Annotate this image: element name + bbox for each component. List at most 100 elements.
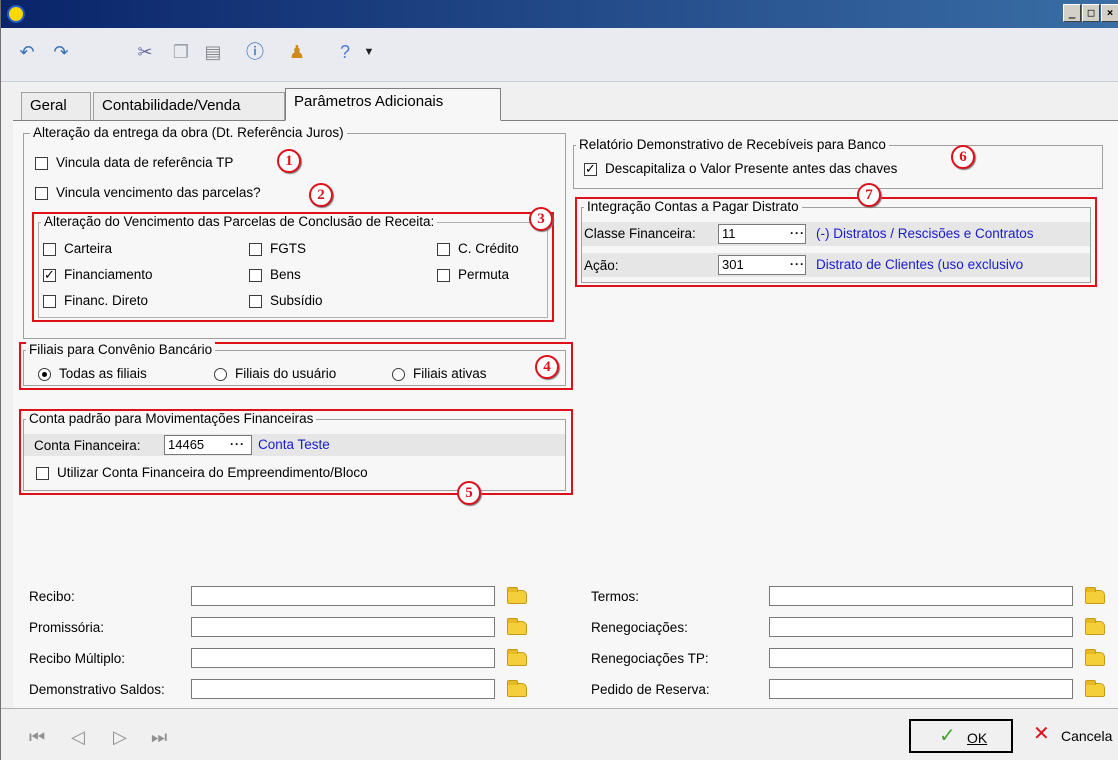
financ-direto-checkbox[interactable] bbox=[43, 295, 56, 308]
badge-3: 3 bbox=[529, 207, 553, 231]
group-title: Alteração da entrega da obra (Dt. Referê… bbox=[30, 125, 347, 140]
badge-6: 6 bbox=[951, 145, 975, 169]
doc-label-renegociacoes: Renegociações: bbox=[591, 620, 688, 635]
termos-folder-icon[interactable] bbox=[1085, 587, 1105, 604]
utilizar-conta-checkbox[interactable] bbox=[36, 467, 49, 480]
promissoria-input[interactable] bbox=[191, 617, 495, 637]
dropdown-arrow-icon[interactable]: ▼ bbox=[357, 40, 381, 64]
financiamento-checkbox[interactable] bbox=[43, 267, 56, 283]
recibo-input[interactable] bbox=[191, 586, 495, 606]
paste-icon[interactable]: ▤ bbox=[201, 40, 225, 64]
vincula-venc-checkbox[interactable] bbox=[35, 187, 48, 200]
acao-lookup-button[interactable]: ··· bbox=[790, 257, 805, 271]
conta-financeira-label: Conta Financeira: bbox=[34, 438, 141, 453]
cancel-label: Cancela bbox=[1061, 728, 1113, 744]
first-record-icon[interactable]: ⏮ bbox=[29, 727, 45, 748]
vincula-venc-label: Vincula vencimento das parcelas? bbox=[56, 185, 261, 200]
classe-lookup-button[interactable]: ··· bbox=[790, 226, 805, 240]
filiais-ativas-label: Filiais ativas bbox=[413, 366, 487, 381]
cancel-button[interactable]: ✕ Cancela bbox=[1027, 719, 1118, 753]
previous-record-icon[interactable]: ◁ bbox=[71, 727, 85, 748]
promissoria-folder-icon[interactable] bbox=[507, 618, 527, 635]
copy-icon[interactable]: ❐ bbox=[169, 40, 193, 64]
group-title: Alteração do Vencimento das Parcelas de … bbox=[41, 214, 438, 229]
recibo-multiplo-input[interactable] bbox=[191, 648, 495, 668]
tab-parametros-adicionais[interactable]: Parâmetros Adicionais bbox=[285, 88, 501, 121]
todas-filiais-radio[interactable] bbox=[38, 368, 51, 381]
subsidio-checkbox[interactable] bbox=[249, 295, 262, 308]
fgts-label: FGTS bbox=[270, 241, 306, 256]
check-icon: ✓ bbox=[939, 725, 956, 747]
help-icon[interactable]: ? bbox=[333, 40, 357, 64]
bens-checkbox[interactable] bbox=[249, 269, 262, 282]
financiamento-label: Financiamento bbox=[64, 267, 153, 282]
last-record-icon[interactable]: ⏭ bbox=[151, 727, 167, 748]
doc-label-termos: Termos: bbox=[591, 589, 640, 604]
title-bar: _ □ × bbox=[1, 0, 1118, 28]
tab-panel: Alteração da entrega da obra (Dt. Referê… bbox=[13, 120, 1118, 708]
subsidio-label: Subsídio bbox=[270, 293, 323, 308]
undo-icon[interactable]: ↶ bbox=[15, 40, 39, 64]
doc-label-recibo: Recibo: bbox=[29, 589, 75, 604]
c-credito-label: C. Crédito bbox=[458, 241, 519, 256]
carteira-checkbox[interactable] bbox=[43, 243, 56, 256]
todas-filiais-label: Todas as filiais bbox=[59, 366, 147, 381]
pedido-reserva-input[interactable] bbox=[769, 679, 1073, 699]
window: _ □ × ↶ ↷ ✂ ❐ ▤ ⓘ ♟ ? ▼ Geral Contabilid… bbox=[0, 0, 1118, 760]
pedido-reserva-folder-icon[interactable] bbox=[1085, 680, 1105, 697]
user-icon[interactable]: ♟ bbox=[285, 40, 309, 64]
classe-financeira-desc: (-) Distratos / Rescisões e Contratos bbox=[816, 226, 1034, 241]
descapitaliza-checkbox[interactable] bbox=[584, 161, 597, 177]
c-credito-checkbox[interactable] bbox=[437, 243, 450, 256]
renegociacoes-tp-folder-icon[interactable] bbox=[1085, 649, 1105, 666]
permuta-checkbox[interactable] bbox=[437, 269, 450, 282]
doc-label-recibo-multiplo: Recibo Múltiplo: bbox=[29, 651, 126, 666]
vincula-ref-label: Vincula data de referência TP bbox=[56, 155, 234, 170]
redo-icon[interactable]: ↷ bbox=[49, 40, 73, 64]
toolbar: ↶ ↷ ✂ ❐ ▤ ⓘ ♟ ? ▼ bbox=[1, 28, 1118, 82]
renegociacoes-tp-input[interactable] bbox=[769, 648, 1073, 668]
maximize-icon[interactable]: □ bbox=[1082, 4, 1100, 22]
ok-button[interactable]: ✓ OK bbox=[909, 719, 1013, 753]
doc-label-promissoria: Promissória: bbox=[29, 620, 105, 635]
conta-lookup-button[interactable]: ··· bbox=[230, 437, 245, 451]
group-title: Filiais para Convênio Bancário bbox=[26, 342, 216, 357]
tab-strip: Geral Contabilidade/Venda Parâmetros Adi… bbox=[1, 82, 1118, 121]
doc-label-pedido-reserva: Pedido de Reserva: bbox=[591, 682, 710, 697]
badge-2: 2 bbox=[309, 183, 333, 207]
demonstrativo-folder-icon[interactable] bbox=[507, 680, 527, 697]
renegociacoes-input[interactable] bbox=[769, 617, 1073, 637]
group-title: Relatório Demonstrativo de Recebíveis pa… bbox=[576, 137, 889, 152]
badge-7: 7 bbox=[857, 183, 881, 207]
filiais-usuario-radio[interactable] bbox=[214, 368, 227, 381]
close-icon[interactable]: × bbox=[1101, 4, 1118, 22]
recibo-multiplo-folder-icon[interactable] bbox=[507, 649, 527, 666]
tab-geral[interactable]: Geral bbox=[21, 92, 91, 120]
acao-label: Ação: bbox=[584, 258, 619, 273]
acao-desc: Distrato de Clientes (uso exclusivo bbox=[816, 257, 1024, 272]
termos-input[interactable] bbox=[769, 586, 1073, 606]
descapitaliza-label: Descapitaliza o Valor Presente antes das… bbox=[605, 161, 898, 176]
minimize-icon[interactable]: _ bbox=[1063, 4, 1081, 22]
next-record-icon[interactable]: ▷ bbox=[113, 727, 127, 748]
tab-contabilidade-venda[interactable]: Contabilidade/Venda bbox=[93, 92, 285, 120]
badge-4: 4 bbox=[535, 355, 559, 379]
demonstrativo-input[interactable] bbox=[191, 679, 495, 699]
info-icon[interactable]: ⓘ bbox=[243, 40, 267, 64]
doc-label-renegociacoes-tp: Renegociações TP: bbox=[591, 651, 709, 666]
utilizar-conta-label: Utilizar Conta Financeira do Empreendime… bbox=[57, 465, 368, 480]
group-filiais: Filiais para Convênio Bancário Todas as … bbox=[23, 342, 566, 386]
footer-bar: ⏮ ◁ ▷ ⏭ ✓ OK ✕ Cancela bbox=[1, 708, 1118, 760]
renegociacoes-folder-icon[interactable] bbox=[1085, 618, 1105, 635]
recibo-folder-icon[interactable] bbox=[507, 587, 527, 604]
doc-label-demonstrativo: Demonstrativo Saldos: bbox=[29, 682, 165, 697]
carteira-label: Carteira bbox=[64, 241, 113, 256]
cut-icon[interactable]: ✂ bbox=[133, 40, 157, 64]
fgts-checkbox[interactable] bbox=[249, 243, 262, 256]
group-title: Integração Contas a Pagar Distrato bbox=[584, 199, 802, 214]
group-integracao: Integração Contas a Pagar Distrato Class… bbox=[581, 199, 1091, 283]
badge-1: 1 bbox=[277, 149, 301, 173]
filiais-usuario-label: Filiais do usuário bbox=[235, 366, 337, 381]
filiais-ativas-radio[interactable] bbox=[392, 368, 405, 381]
vincula-ref-checkbox[interactable] bbox=[35, 157, 48, 170]
